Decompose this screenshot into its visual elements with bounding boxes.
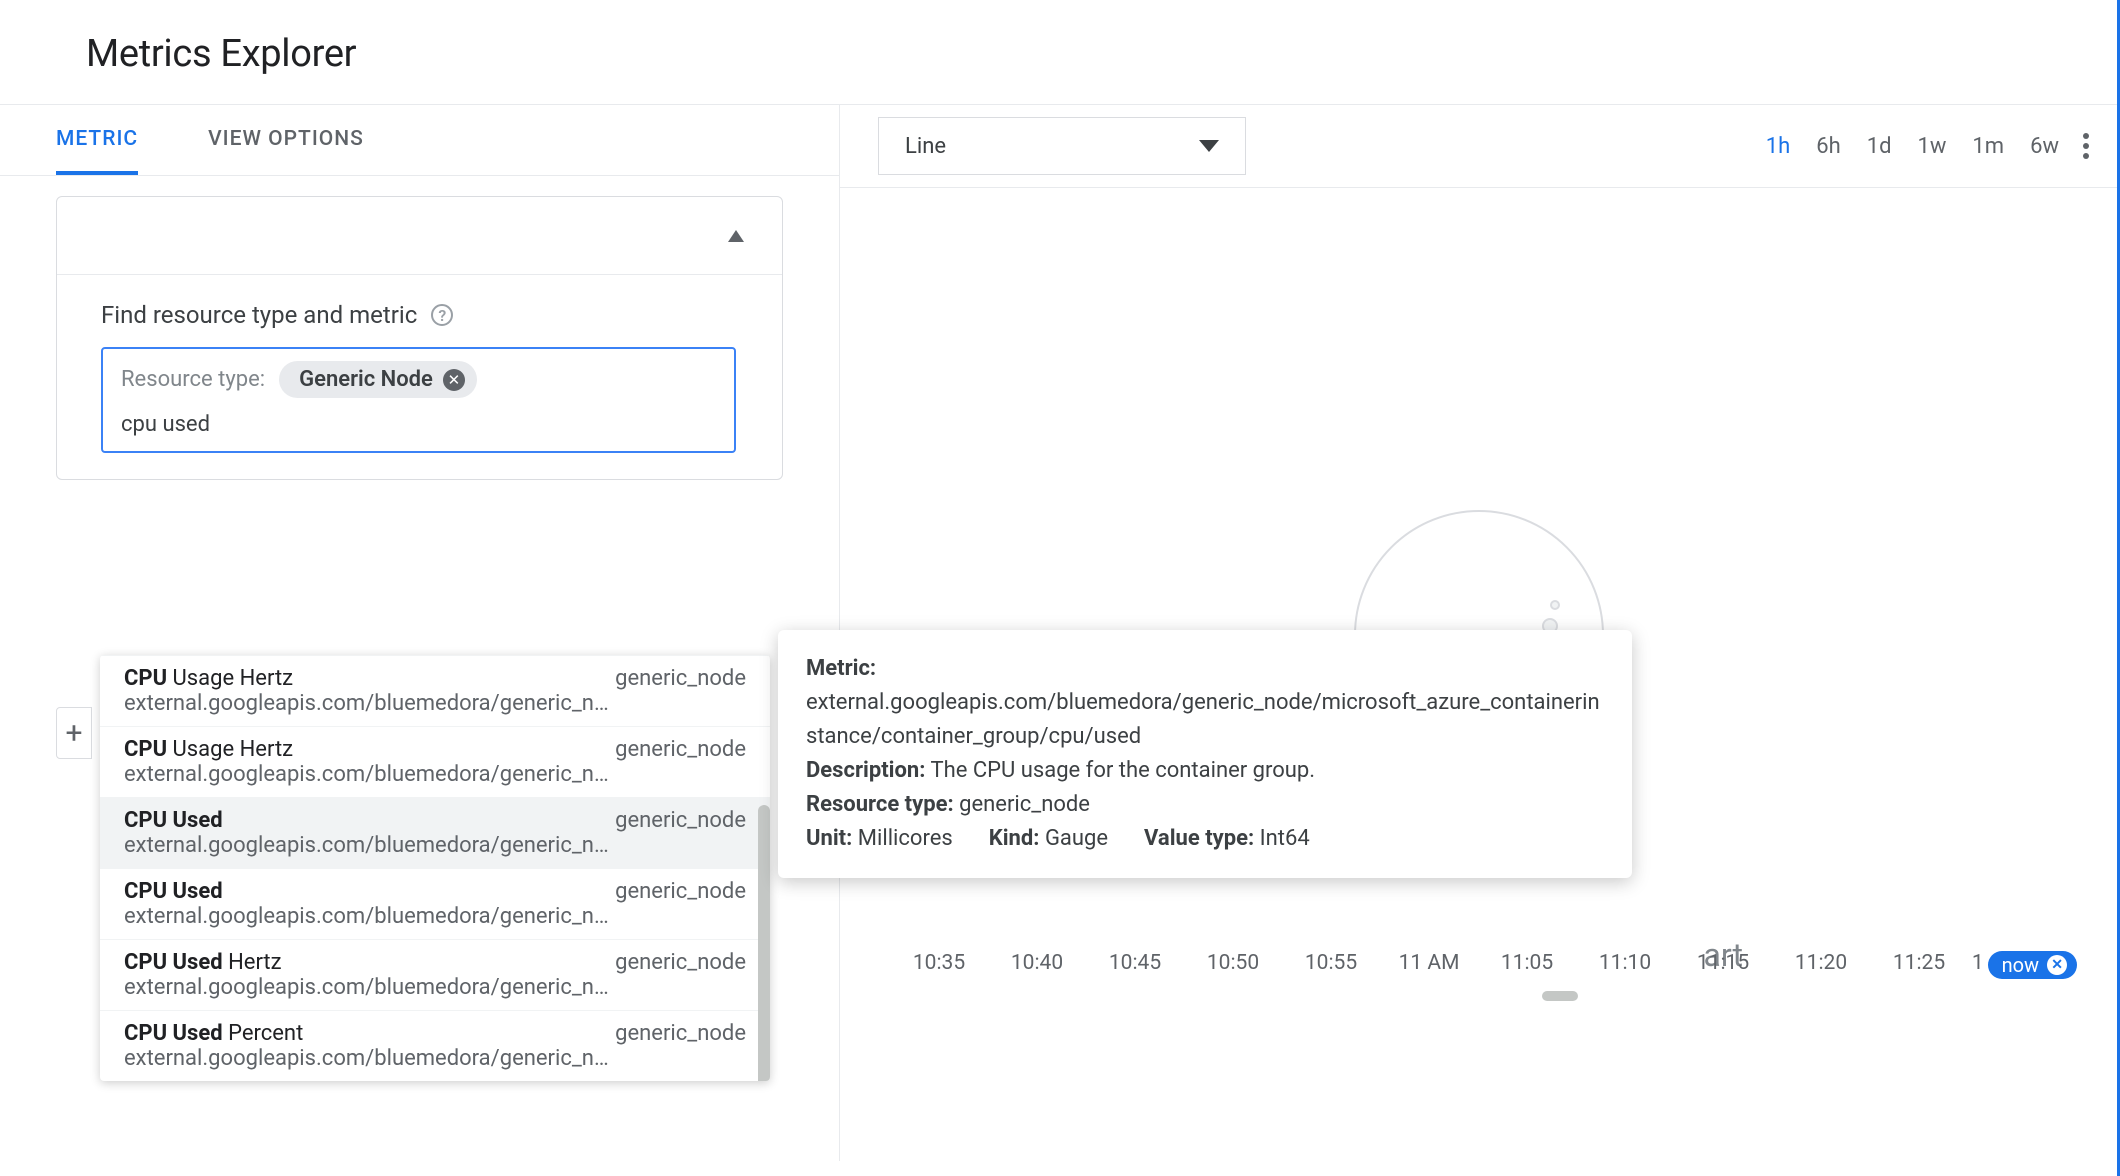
now-pill[interactable]: now✕ [1988,951,2077,979]
chip-remove-icon[interactable]: ✕ [443,369,465,391]
time-range-1w[interactable]: 1w [1918,134,1947,159]
more-menu-icon[interactable] [2079,133,2093,159]
x-tick: 10:55 [1282,951,1380,979]
tabs: METRIC VIEW OPTIONS [0,105,839,176]
suggestion-item[interactable]: CPU Usedgeneric_nodeexternal.googleapis.… [100,868,770,939]
chevron-up-icon [728,230,744,242]
suggestion-item[interactable]: CPU Used Hertzgeneric_nodeexternal.googl… [100,939,770,1010]
chip-text: Generic Node [299,367,433,392]
card-collapse-row[interactable] [57,197,782,275]
tab-metric[interactable]: METRIC [56,127,138,175]
suggestion-item[interactable]: CPU Usage Hertzgeneric_nodeexternal.goog… [100,655,770,726]
tt-metric-label: Metric: [806,656,876,681]
tt-res-label: Resource type: [806,792,954,817]
x-tick: 11:25 [1870,951,1968,979]
time-slider-thumb[interactable] [1542,991,1578,1001]
chart-type-value: Line [905,134,946,159]
left-panel: METRIC VIEW OPTIONS Find resource type a… [0,105,840,1161]
metric-suggestions-dropdown: CPU Usage Hertzgeneric_nodeexternal.goog… [100,655,770,1081]
time-range-1h[interactable]: 1h [1766,134,1790,159]
metric-card: Find resource type and metric ? Resource… [56,196,783,480]
tt-res-value: generic_node [959,792,1090,817]
x-tick: 10:40 [988,951,1086,979]
now-close-icon[interactable]: ✕ [2047,955,2067,975]
x-tick: 11:10 [1576,951,1674,979]
x-tick: 11:20 [1772,951,1870,979]
x-tick: 11 AM [1380,951,1478,979]
page-title: Metrics Explorer [86,32,2117,76]
scrollbar-thumb[interactable] [758,805,770,1081]
x-tick: 1 [1968,951,1988,979]
time-range-6h[interactable]: 6h [1816,134,1840,159]
x-tick: 10:45 [1086,951,1184,979]
time-range-6w[interactable]: 6w [2030,134,2059,159]
help-icon[interactable]: ? [431,304,453,326]
metric-search-input[interactable] [121,412,716,437]
suggestion-item[interactable]: CPU Used Percentgeneric_nodeexternal.goo… [100,1010,770,1081]
chart-x-axis: 10:3510:4010:4510:5010:5511 AM11:0511:10… [890,951,2077,979]
caret-down-icon [1199,140,1219,152]
add-metric-button[interactable]: + [56,707,92,759]
chart-type-select[interactable]: Line [878,117,1246,175]
time-range-group: 1h 6h 1d 1w 1m 6w [1766,134,2059,159]
chart-toolbar: Line 1h 6h 1d 1w 1m 6w [840,105,2117,188]
x-tick: 10:50 [1184,951,1282,979]
tt-desc-value: The CPU usage for the container group. [930,758,1315,783]
page-header: Metrics Explorer [0,0,2117,104]
time-range-1d[interactable]: 1d [1867,134,1892,159]
tt-vt-value: Int64 [1260,826,1310,851]
tt-metric-value: external.googleapis.com/bluemedora/gener… [806,686,1604,754]
tt-kind-value: Gauge [1045,826,1108,851]
resource-type-chip[interactable]: Generic Node ✕ [279,361,477,398]
suggestion-item[interactable]: CPU Usedgeneric_nodeexternal.googleapis.… [100,797,770,868]
search-title: Find resource type and metric [101,301,417,329]
resource-type-label: Resource type: [121,367,265,392]
metric-detail-tooltip: Metric: external.googleapis.com/bluemedo… [778,630,1632,878]
x-tick: 10:35 [890,951,988,979]
tt-kind-label: Kind: [989,826,1040,851]
tt-unit-label: Unit: [806,826,852,851]
tt-vt-label: Value type: [1144,826,1254,851]
tt-desc-label: Description: [806,758,925,783]
time-range-1m[interactable]: 1m [1972,134,2004,159]
tab-view-options[interactable]: VIEW OPTIONS [208,127,364,175]
tt-unit-value: Millicores [858,826,953,851]
suggestion-item[interactable]: CPU Usage Hertzgeneric_nodeexternal.goog… [100,726,770,797]
x-tick: 11:15 [1674,951,1772,979]
x-tick: 11:05 [1478,951,1576,979]
plus-icon: + [65,716,82,751]
metric-search-box[interactable]: Resource type: Generic Node ✕ [101,347,736,453]
